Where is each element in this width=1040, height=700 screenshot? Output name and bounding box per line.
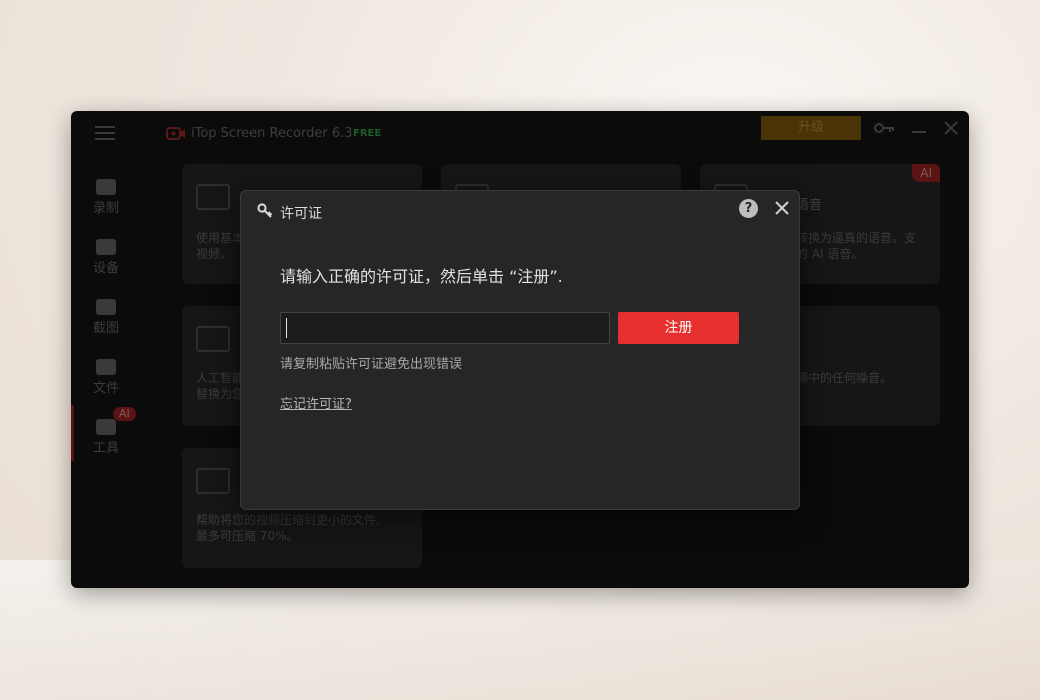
sidebar-item-label: 工具 bbox=[92, 441, 119, 456]
sidebar-item-files[interactable]: 文件 bbox=[83, 359, 129, 403]
tools-ai-badge: AI bbox=[113, 407, 136, 421]
license-key-input[interactable] bbox=[280, 312, 610, 344]
card-description: 转换为逼真的语音。支的 AI 语音。 bbox=[796, 231, 917, 261]
folder-icon bbox=[96, 359, 116, 375]
sidebar-item-screenshot[interactable]: 截图 bbox=[83, 299, 129, 343]
license-dialog: 许可证 ? 请输入正确的许可证，然后单击 “注册”. 注册 请复制粘贴许可证避免… bbox=[240, 190, 800, 510]
app-title: iTop Screen Recorder 6.3 bbox=[191, 126, 353, 141]
window-close-icon[interactable] bbox=[943, 120, 959, 136]
sidebar-item-label: 录制 bbox=[92, 201, 119, 216]
sidebar-item-label: 文件 bbox=[92, 381, 119, 396]
app-logo-icon bbox=[166, 127, 185, 140]
key-icon bbox=[257, 203, 273, 218]
forgot-license-link[interactable]: 忘记许可证? bbox=[280, 393, 352, 412]
sidebar-item-device[interactable]: 设备 bbox=[83, 239, 129, 283]
license-key-icon[interactable] bbox=[874, 121, 896, 135]
dialog-instruction: 请输入正确的许可证，然后单击 “注册”. bbox=[280, 267, 563, 286]
register-button[interactable]: 注册 bbox=[618, 312, 739, 344]
dialog-title: 许可证 bbox=[280, 206, 322, 222]
close-icon[interactable] bbox=[774, 200, 790, 216]
film-icon bbox=[196, 184, 230, 210]
compress-icon bbox=[196, 468, 230, 494]
sidebar-item-record[interactable]: 录制 bbox=[83, 179, 129, 223]
text-caret bbox=[286, 318, 287, 338]
minimize-icon[interactable] bbox=[912, 131, 926, 133]
sidebar-item-label: 设备 bbox=[92, 261, 119, 276]
upgrade-button[interactable]: 升级 bbox=[761, 116, 861, 140]
card-description: 频中的任何噪音。 bbox=[796, 371, 893, 385]
tools-icon bbox=[96, 419, 116, 435]
sidebar-item-label: 截图 bbox=[92, 321, 119, 336]
device-icon bbox=[96, 239, 116, 255]
screenshot-icon bbox=[96, 299, 116, 315]
card-ai-badge: AI bbox=[912, 164, 940, 182]
free-badge: FREE bbox=[353, 128, 382, 139]
help-icon[interactable]: ? bbox=[739, 199, 758, 218]
watermark-icon bbox=[196, 326, 230, 352]
sidebar-item-tools[interactable]: 工具 bbox=[83, 419, 129, 463]
paste-hint: 请复制粘贴许可证避免出现错误 bbox=[280, 357, 463, 372]
sidebar-active-indicator bbox=[71, 405, 74, 461]
camera-icon bbox=[96, 179, 116, 195]
card-description: 帮助将您的视频压缩到更小的文件, 最多可压缩 70%。 bbox=[196, 513, 380, 543]
hamburger-menu-icon[interactable] bbox=[95, 126, 115, 140]
